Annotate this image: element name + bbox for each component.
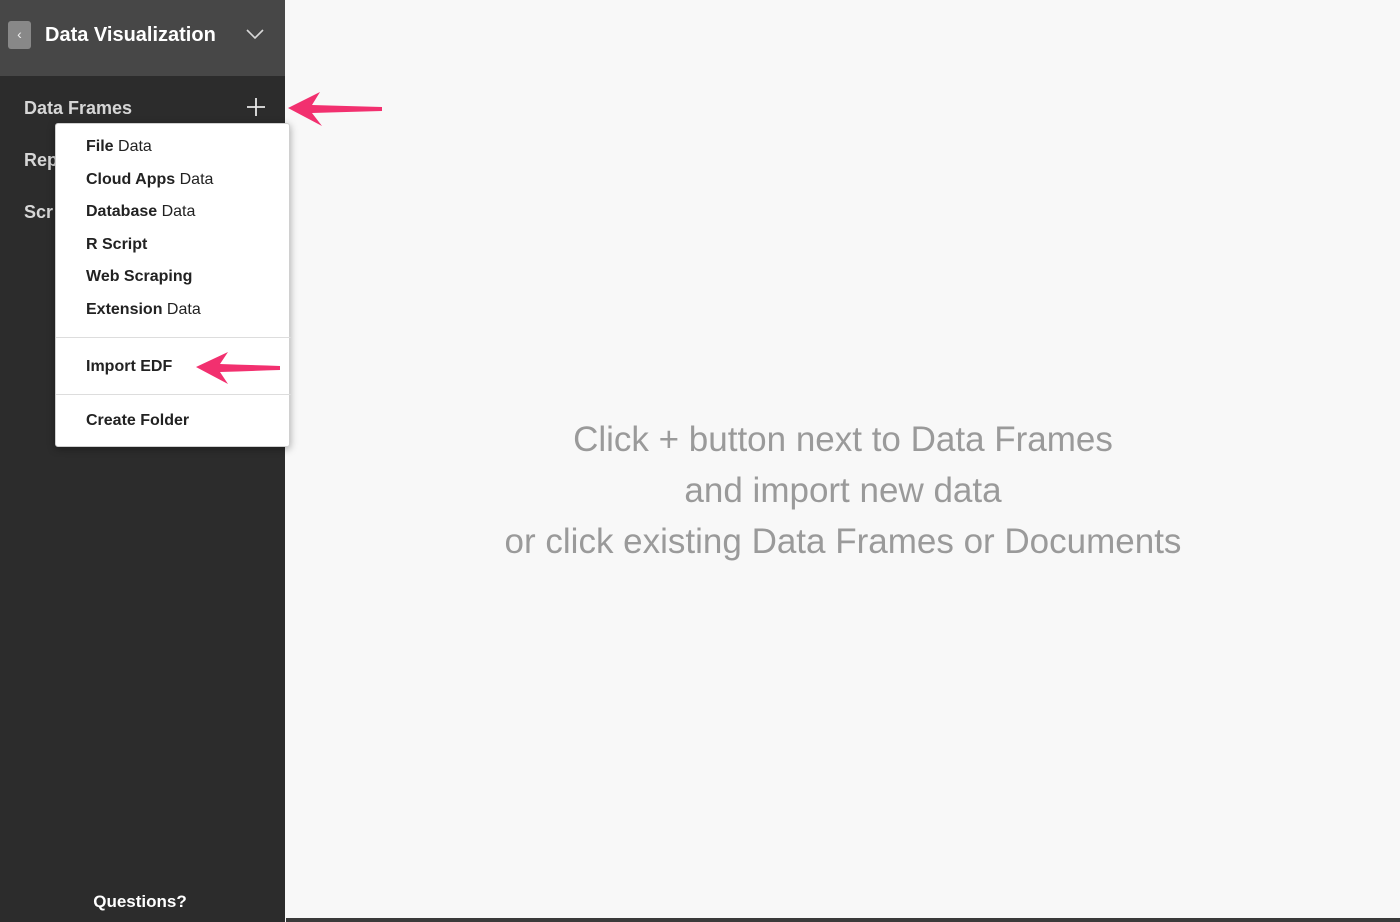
- main-panel: Click + button next to Data Frames and i…: [286, 0, 1400, 920]
- menu-item-r-script[interactable]: R Script: [86, 234, 147, 256]
- project-header: ‹ Data Visualization: [0, 0, 285, 76]
- menu-item-create-folder[interactable]: Create Folder: [86, 410, 189, 432]
- annotation-arrow-import: [196, 352, 280, 384]
- empty-state-message: Click + button next to Data Frames and i…: [286, 414, 1400, 567]
- add-data-menu: File Data Cloud Apps Data Database Data …: [55, 123, 291, 447]
- menu-item-extension-data[interactable]: Extension Data: [86, 299, 201, 321]
- project-title: Data Visualization: [45, 24, 216, 46]
- menu-item-database-data[interactable]: Database Data: [86, 201, 195, 223]
- section-reports[interactable]: Rep: [24, 148, 58, 172]
- chevron-down-icon[interactable]: [246, 27, 264, 41]
- section-scripts[interactable]: Scr: [24, 200, 53, 224]
- back-button[interactable]: ‹: [8, 21, 31, 49]
- bottom-border: [286, 918, 1400, 922]
- section-data-frames[interactable]: Data Frames: [24, 96, 132, 120]
- menu-item-cloud-apps-data[interactable]: Cloud Apps Data: [86, 169, 213, 191]
- menu-divider: [56, 337, 291, 338]
- message-line: and import new data: [684, 471, 1002, 510]
- chevron-left-icon: ‹: [17, 26, 22, 42]
- questions-link[interactable]: Questions?: [0, 890, 280, 914]
- message-line: or click existing Data Frames or Documen…: [504, 522, 1182, 561]
- annotation-arrow-plus: [288, 92, 382, 126]
- plus-icon[interactable]: [246, 97, 266, 117]
- menu-divider: [56, 394, 291, 395]
- message-line: Click + button next to Data Frames: [573, 420, 1113, 459]
- menu-item-file-data[interactable]: File Data: [86, 136, 152, 158]
- menu-item-web-scraping[interactable]: Web Scraping: [86, 266, 192, 288]
- menu-item-import-edf[interactable]: Import EDF: [86, 356, 172, 378]
